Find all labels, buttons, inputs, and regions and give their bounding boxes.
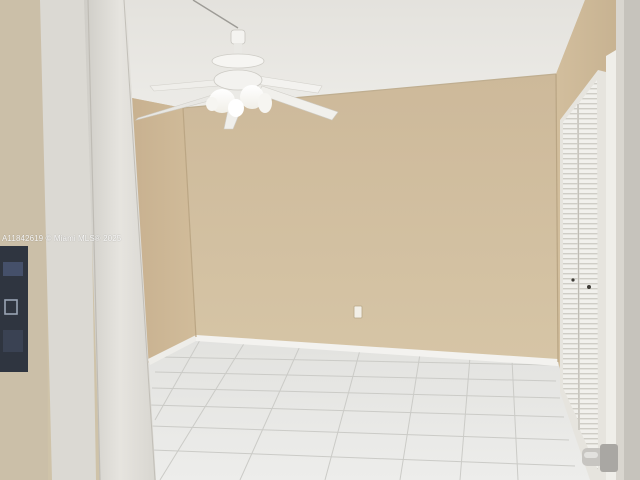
- room-photo: A11842619 © Miami MLS® 2025: [0, 0, 640, 480]
- mls-watermark: A11842619 © Miami MLS® 2025: [2, 234, 122, 243]
- wall-thermostat: [0, 246, 28, 372]
- back-wall: [183, 74, 558, 362]
- right-door-jamb: [606, 50, 616, 480]
- wall-outlet: [353, 305, 363, 319]
